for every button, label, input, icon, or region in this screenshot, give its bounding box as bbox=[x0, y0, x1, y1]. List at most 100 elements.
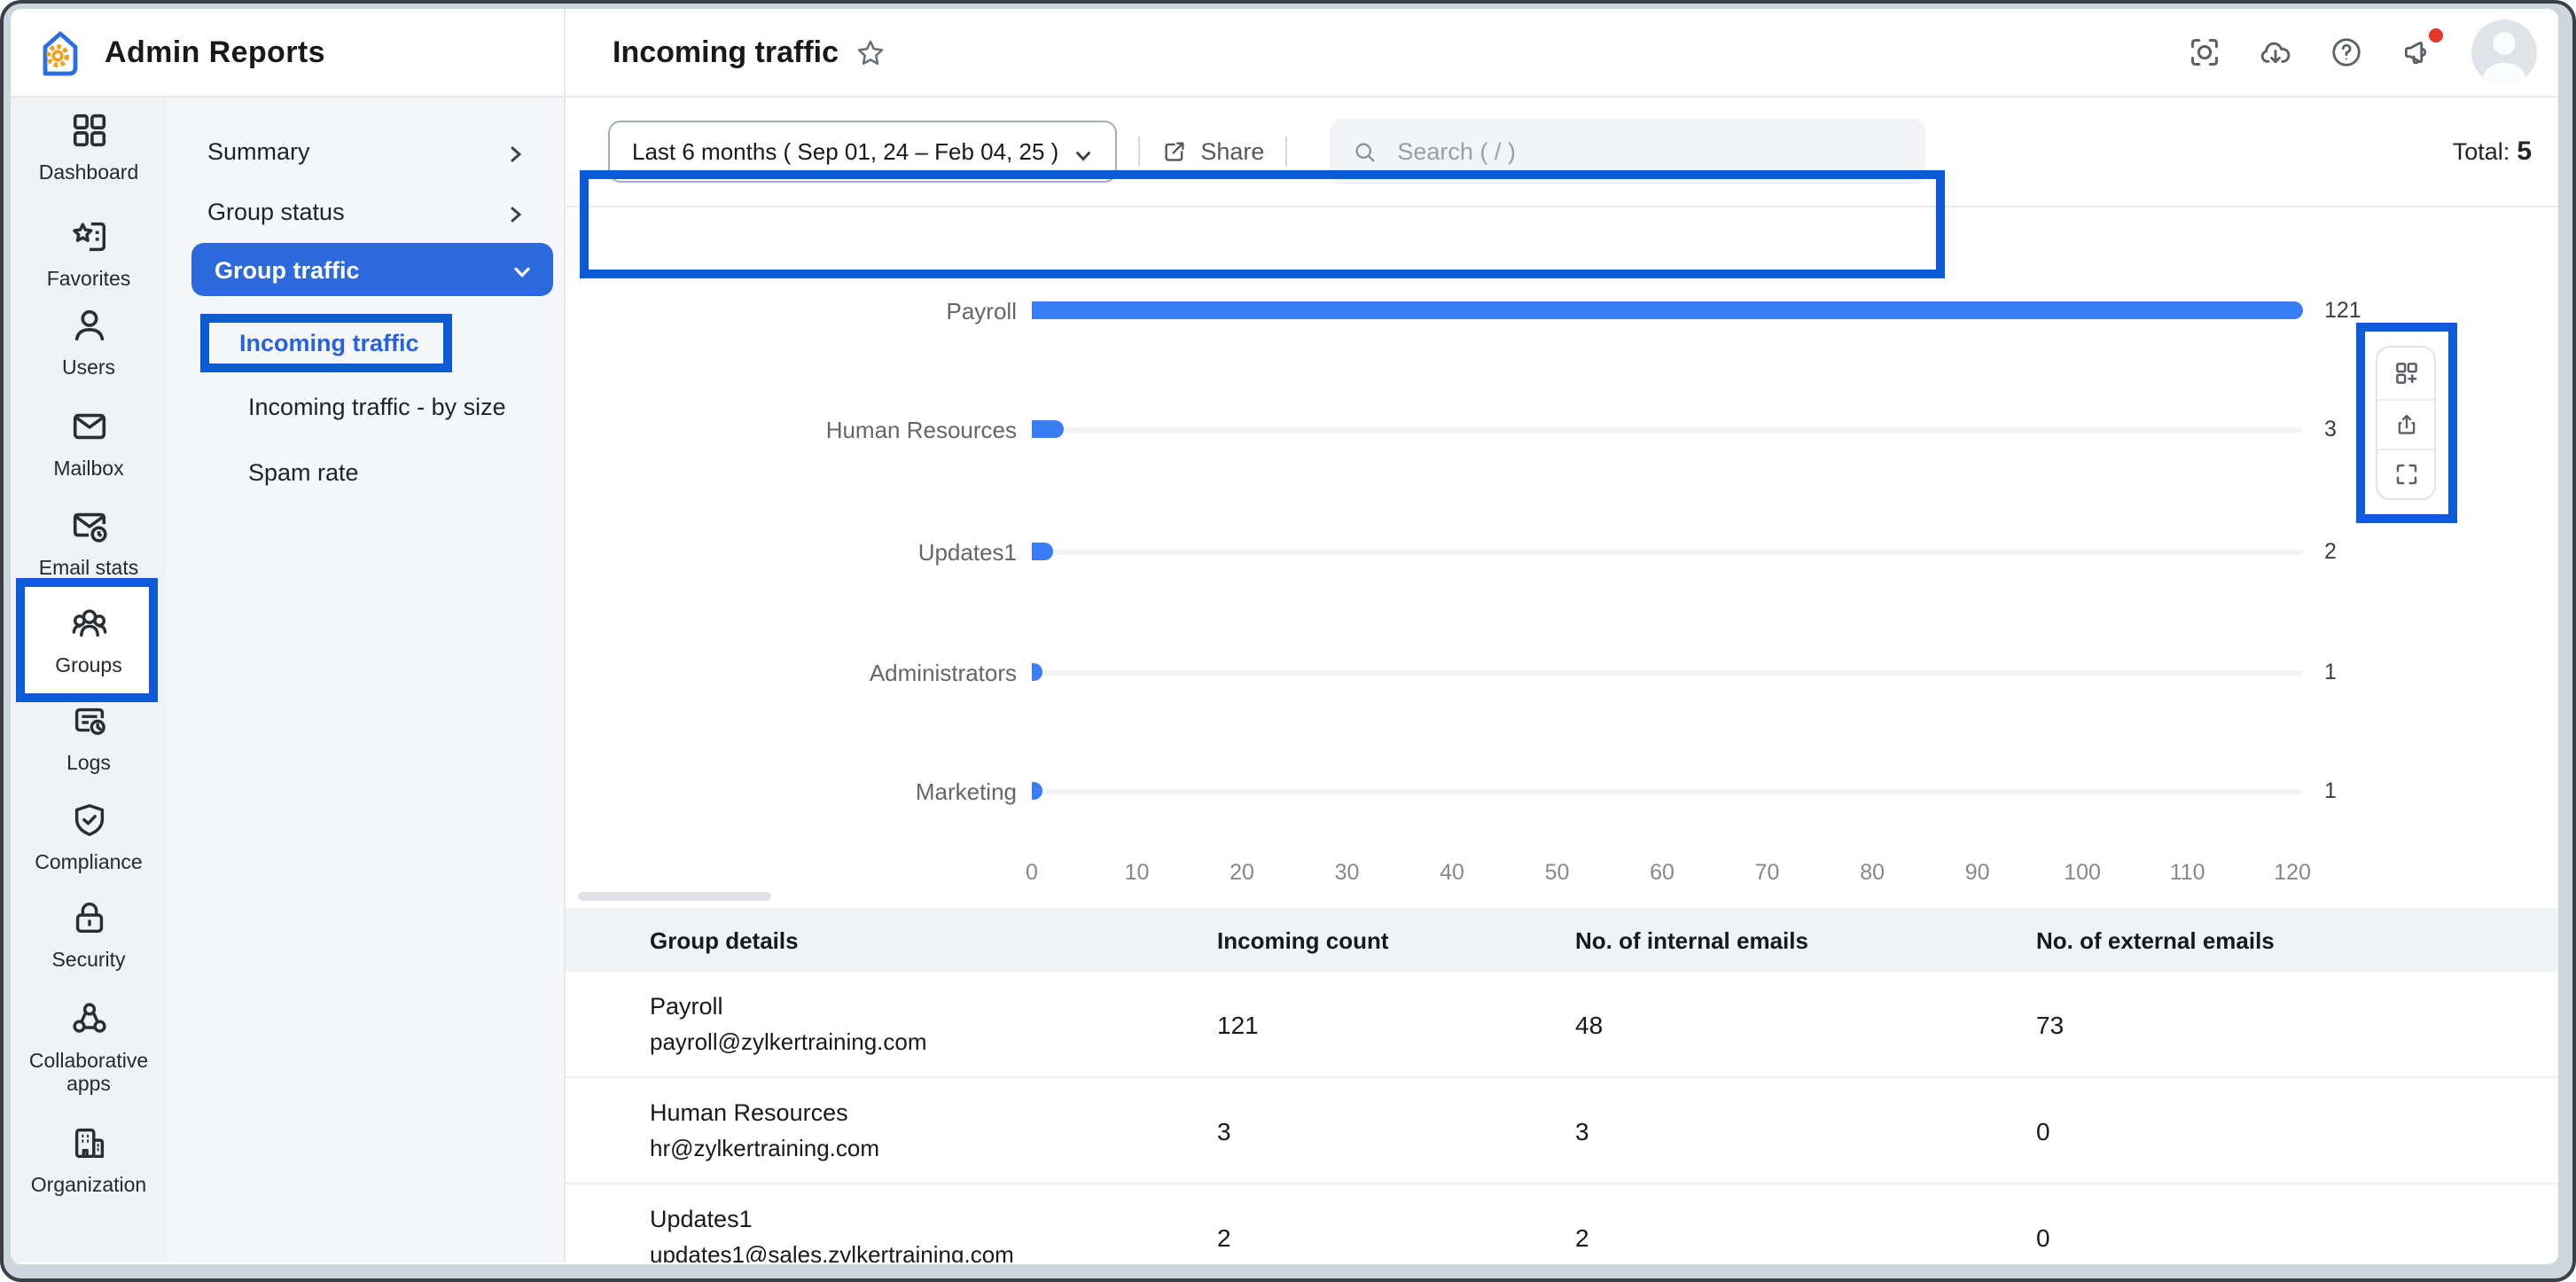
screen-capture-icon[interactable] bbox=[2188, 35, 2221, 69]
favorite-star-icon[interactable] bbox=[855, 36, 886, 68]
bar-value-label: 1 bbox=[2324, 778, 2337, 803]
x-axis-tick-label: 110 bbox=[2169, 860, 2205, 885]
bar-track bbox=[1032, 773, 2303, 809]
x-axis-tick-label: 60 bbox=[1650, 860, 1674, 885]
table-row: Updates1 updates1@sales.zylkertraining.co… bbox=[565, 1184, 2558, 1262]
bar-value-label: 1 bbox=[2324, 660, 2337, 684]
sidebar-item-mailbox[interactable]: Mailbox bbox=[11, 406, 167, 482]
date-range-dropdown[interactable]: Last 6 months ( Sep 01, 24 – Feb 04, 25 … bbox=[607, 121, 1118, 183]
notification-badge bbox=[2429, 28, 2443, 43]
table-row: Human Resources hr@zylkertraining.com 3 3 0 bbox=[565, 1078, 2558, 1184]
x-axis-tick-label: 70 bbox=[1754, 860, 1780, 885]
fullscreen-button[interactable] bbox=[2377, 449, 2434, 498]
bar-value-label: 121 bbox=[2324, 298, 2361, 323]
x-axis-tick-label: 20 bbox=[1229, 860, 1254, 885]
group-traffic-chart: 0 10 20 30 40 50 60 70 80 90 100 110 120 bbox=[565, 207, 2558, 906]
compliance-icon bbox=[68, 803, 109, 848]
sidebar-item-groups[interactable]: Groups bbox=[11, 603, 167, 679]
logs-icon bbox=[68, 707, 109, 748]
bar bbox=[1032, 420, 1064, 438]
sidebar-item-dashboard[interactable]: Dashboard bbox=[11, 110, 167, 186]
group-name: Human Resources bbox=[650, 1098, 848, 1125]
nav-item-group-traffic[interactable]: Group traffic bbox=[191, 243, 553, 296]
bar-track bbox=[1032, 534, 2303, 569]
x-axis-tick-label: 100 bbox=[2064, 860, 2101, 885]
sidebar-label: Users bbox=[61, 358, 116, 379]
report-toolbar: Last 6 months ( Sep 01, 24 – Feb 04, 25 … bbox=[565, 98, 2558, 207]
column-header-external-emails: No. of external emails bbox=[2036, 926, 2275, 953]
app-logo-icon bbox=[34, 26, 87, 79]
bar-category-label: Payroll bbox=[946, 297, 1018, 324]
bar-category-label: Human Resources bbox=[825, 416, 1017, 442]
cloud-download-icon[interactable] bbox=[2259, 35, 2292, 69]
chart-horizontal-scrollbar[interactable] bbox=[577, 892, 770, 901]
nav-item-group-status[interactable]: Group status bbox=[167, 186, 563, 236]
sidebar-label: Logs bbox=[66, 754, 111, 775]
nav-item-incoming-traffic[interactable]: Incoming traffic bbox=[200, 314, 453, 372]
x-axis-tick-label: 50 bbox=[1544, 860, 1570, 885]
chart-row: Updates1 2 bbox=[565, 534, 2558, 569]
cell-internal: 2 bbox=[1575, 1223, 1589, 1251]
total-label: Total: bbox=[2452, 138, 2510, 165]
sidebar-label: Compliance bbox=[35, 853, 143, 874]
sidebar-item-collaborative-apps[interactable]: Collaborative apps bbox=[11, 998, 167, 1098]
cell-internal: 48 bbox=[1575, 1010, 1604, 1038]
table-row: Payroll payroll@zylkertraining.com 121 48 73 bbox=[565, 972, 2558, 1078]
help-icon[interactable] bbox=[2330, 35, 2363, 69]
sidebar-item-compliance[interactable]: Compliance bbox=[11, 800, 167, 876]
table-header-row: Group details Incoming count No. of inte… bbox=[565, 908, 2558, 972]
sidebar-item-users[interactable]: Users bbox=[11, 305, 167, 381]
export-chart-button[interactable] bbox=[2377, 398, 2434, 449]
group-email: payroll@zylkertraining.com bbox=[650, 1028, 927, 1054]
sidebar-label: Favorites bbox=[46, 270, 131, 291]
share-button[interactable]: Share bbox=[1161, 138, 1264, 165]
search-box[interactable] bbox=[1330, 119, 1926, 184]
sidebar-item-email-stats[interactable]: Email stats bbox=[11, 505, 167, 582]
nav-item-summary[interactable]: Summary bbox=[167, 126, 563, 176]
sidebar-label: Organization bbox=[30, 1176, 147, 1197]
chart-row: Administrators 1 bbox=[565, 654, 2558, 690]
sidebar-label: Collaborative apps bbox=[28, 1051, 149, 1096]
search-input[interactable] bbox=[1397, 138, 1903, 165]
announcements-icon[interactable] bbox=[2400, 28, 2443, 69]
sidebar-item-logs[interactable]: Logs bbox=[11, 700, 167, 777]
group-email: hr@zylkertraining.com bbox=[650, 1134, 880, 1161]
nav-label: Incoming traffic - by size bbox=[248, 394, 506, 420]
window-frame: Admin Reports Incoming traffic Dashboard… bbox=[0, 0, 2576, 1282]
nav-label: Group status bbox=[207, 198, 345, 224]
nav-item-incoming-traffic-by-size[interactable]: Incoming traffic - by size bbox=[248, 394, 506, 420]
x-axis-tick-label: 40 bbox=[1440, 860, 1464, 885]
admin-reports-app: Admin Reports Incoming traffic Dashboard… bbox=[11, 9, 2558, 1264]
bar-track-line bbox=[1032, 788, 2303, 793]
sidebar-item-organization[interactable]: Organization bbox=[11, 1122, 167, 1199]
total-count: Total: 5 bbox=[2453, 137, 2558, 167]
chart-row: Human Resources 3 bbox=[565, 411, 2558, 447]
security-icon bbox=[68, 903, 109, 945]
sidebar-item-security[interactable]: Security bbox=[11, 897, 167, 973]
main-content: Last 6 months ( Sep 01, 24 – Feb 04, 25 … bbox=[565, 98, 2558, 1262]
add-widget-button[interactable] bbox=[2377, 348, 2434, 398]
users-icon bbox=[68, 309, 109, 353]
fullscreen-icon bbox=[2395, 465, 2416, 485]
bar-category-label: Marketing bbox=[915, 778, 1017, 804]
x-axis-tick-label: 0 bbox=[1026, 860, 1038, 885]
nav-label: Group traffic bbox=[215, 256, 360, 283]
cell-external: 0 bbox=[2036, 1116, 2050, 1145]
bar bbox=[1032, 301, 2303, 319]
bar-track bbox=[1032, 411, 2303, 447]
sidebar-label: Email stats bbox=[38, 559, 139, 580]
mailbox-icon bbox=[68, 413, 109, 454]
app-title: Admin Reports bbox=[105, 35, 325, 68]
chart-row: Payroll 121 bbox=[565, 293, 2558, 328]
nav-item-spam-rate[interactable]: Spam rate bbox=[248, 459, 359, 486]
brand: Admin Reports bbox=[11, 9, 565, 96]
date-range-value: Last 6 months ( Sep 01, 24 – Feb 04, 25 … bbox=[632, 138, 1059, 165]
sidebar-label: Mailbox bbox=[53, 459, 124, 481]
dashboard-icon bbox=[68, 113, 109, 158]
user-avatar[interactable] bbox=[2471, 20, 2537, 85]
nav-label: Spam rate bbox=[248, 459, 359, 486]
organization-icon bbox=[68, 1128, 109, 1170]
sidebar-item-favorites[interactable]: Favorites bbox=[11, 216, 167, 293]
bar-category-label: Administrators bbox=[869, 659, 1017, 685]
bar bbox=[1032, 663, 1042, 681]
